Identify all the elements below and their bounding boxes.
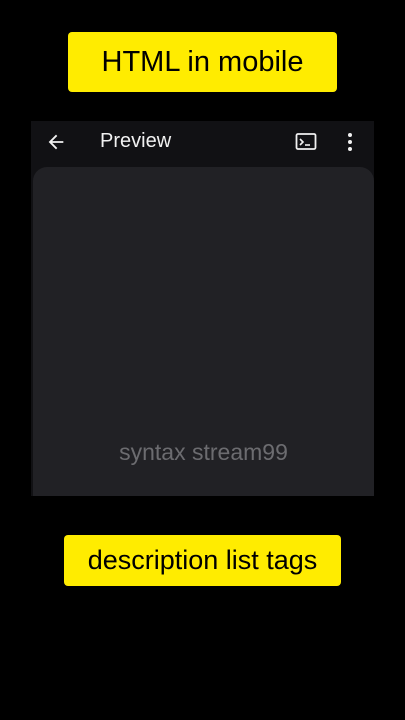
app-bar: Preview	[31, 121, 374, 161]
preview-content[interactable]: syntax stream99	[33, 167, 374, 496]
terminal-icon[interactable]	[293, 129, 319, 155]
watermark-text: syntax stream99	[119, 439, 288, 465]
top-caption-banner: HTML in mobile	[68, 32, 337, 92]
more-vert-icon[interactable]	[339, 129, 361, 155]
back-arrow-icon[interactable]	[43, 129, 69, 155]
page-title: Preview	[100, 130, 172, 152]
phone-screen: Preview syntax stream99	[31, 121, 374, 496]
bottom-caption-text: description list tags	[87, 545, 318, 575]
bottom-caption-banner: description list tags	[64, 535, 341, 586]
top-caption-text: HTML in mobile	[101, 45, 304, 78]
